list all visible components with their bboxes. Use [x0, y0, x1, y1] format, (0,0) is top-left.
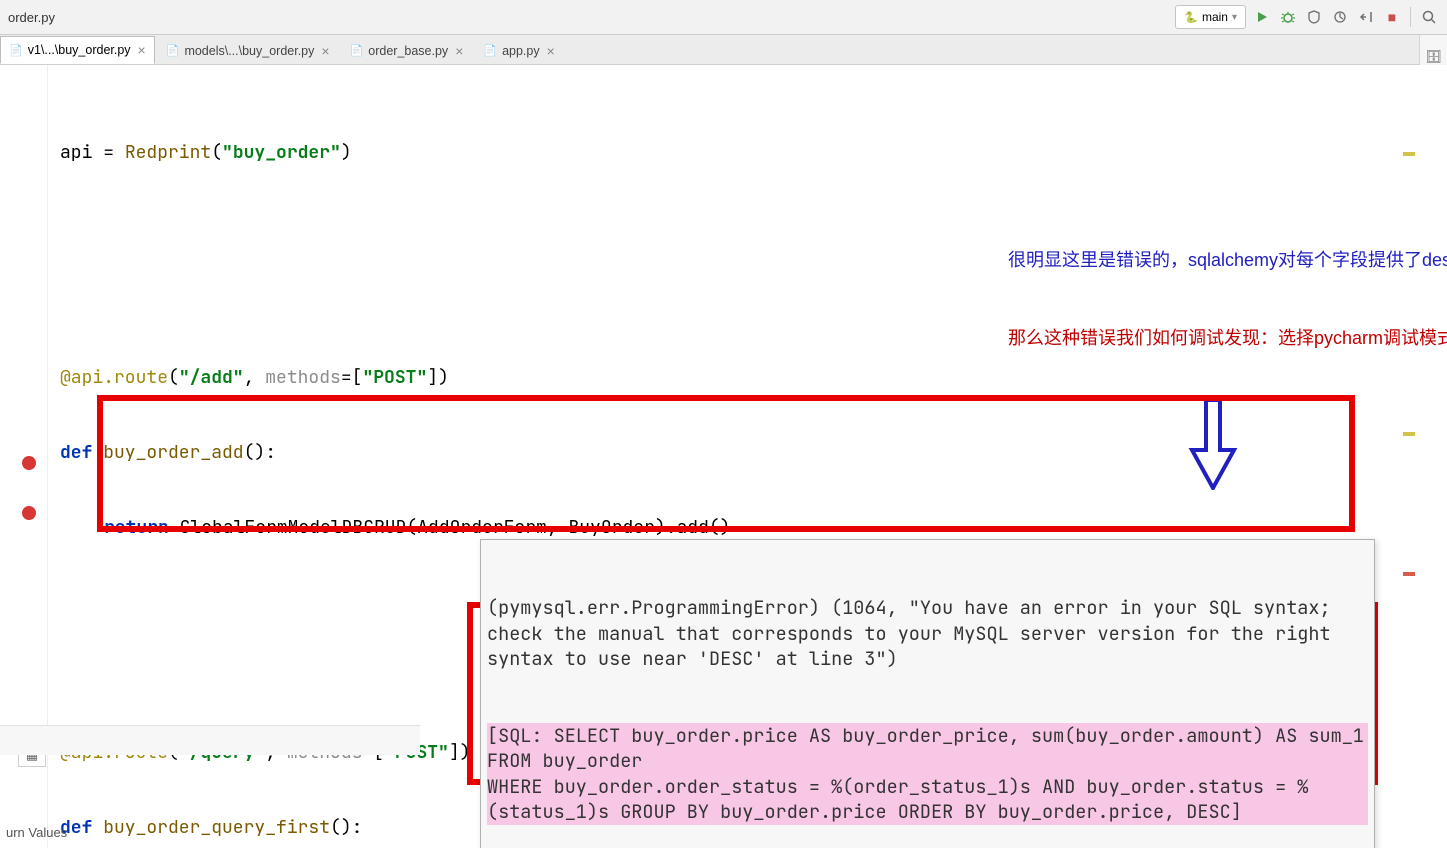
close-icon[interactable]: ×: [138, 42, 146, 58]
code-text: buy_order_query_first: [103, 815, 330, 840]
annotation-blue-text: 很明显这里是错误的，sqlalchemy对每个字段提供了desc()和asc()…: [1008, 247, 1358, 273]
run-coverage-icon[interactable]: [1304, 7, 1324, 27]
window-title-fragment: order.py: [8, 10, 55, 25]
code-text: def: [60, 440, 103, 465]
error-sql: [SQL: SELECT buy_order.price AS buy_orde…: [487, 723, 1368, 825]
tab-label: models\...\buy_order.py: [184, 44, 314, 58]
python-file-icon: 📄: [9, 44, 23, 57]
code-text: AddOrderForm: [417, 515, 547, 540]
bottom-panel-divider: [0, 725, 420, 755]
close-icon[interactable]: ×: [455, 43, 463, 59]
tab-buy-order-v1[interactable]: 📄 v1\...\buy_order.py ×: [0, 36, 155, 64]
close-icon[interactable]: ×: [547, 43, 555, 59]
editor-error-stripe[interactable]: [1403, 132, 1415, 802]
tab-label: app.py: [502, 44, 540, 58]
code-text: "/add": [179, 365, 244, 390]
error-tooltip: (pymysql.err.ProgrammingError) (1064, "Y…: [480, 539, 1375, 848]
code-text: BuyOrder: [568, 515, 654, 540]
tab-label: v1\...\buy_order.py: [28, 43, 131, 57]
python-file-icon: 📄: [483, 44, 497, 57]
database-icon: 🗄: [1425, 49, 1442, 65]
code-text: GlobalFormModelDBCRUD: [180, 515, 407, 540]
profile-icon[interactable]: [1330, 7, 1350, 27]
debug-icon[interactable]: [1278, 7, 1298, 27]
code-text: buy_order_add: [103, 440, 243, 465]
python-file-icon: 📄: [350, 44, 364, 57]
breakpoint-icon[interactable]: [22, 456, 36, 470]
code-text: return: [104, 515, 180, 540]
bottom-label: urn Values: [0, 821, 73, 844]
toolbar-separator: [1410, 7, 1411, 27]
code-text: "POST": [362, 365, 427, 390]
editor-tabs-bar: 📄 v1\...\buy_order.py × 📄 models\...\buy…: [0, 35, 1447, 65]
breakpoint-icon[interactable]: [22, 506, 36, 520]
run-icon[interactable]: [1252, 7, 1272, 27]
error-message: (pymysql.err.ProgrammingError) (1064, "Y…: [487, 595, 1368, 672]
run-config-selector[interactable]: 🐍 main ▾: [1175, 5, 1246, 29]
close-icon[interactable]: ×: [321, 43, 329, 59]
code-text: @api.route: [60, 365, 168, 390]
python-file-icon: 📄: [166, 44, 180, 57]
top-toolbar: order.py 🐍 main ▾ ■: [0, 0, 1447, 35]
chevron-down-icon: ▾: [1232, 12, 1237, 23]
attach-icon[interactable]: [1356, 7, 1376, 27]
code-text: api =: [60, 140, 125, 165]
python-icon: 🐍: [1184, 11, 1198, 24]
tab-buy-order-models[interactable]: 📄 models\...\buy_order.py ×: [157, 36, 339, 64]
stop-icon[interactable]: ■: [1382, 7, 1402, 27]
search-icon[interactable]: [1419, 7, 1439, 27]
code-text: "buy_order": [222, 140, 341, 165]
annotation-overlay: 很明显这里是错误的，sqlalchemy对每个字段提供了desc()和asc()…: [1008, 195, 1358, 403]
code-text: methods: [265, 365, 341, 390]
run-config-name: main: [1202, 10, 1228, 24]
code-text: Redprint: [125, 140, 211, 165]
tab-app[interactable]: 📄 app.py ×: [474, 36, 563, 64]
tab-label: order_base.py: [368, 44, 448, 58]
annotation-arrow-icon: [1123, 375, 1238, 522]
tab-order-base[interactable]: 📄 order_base.py ×: [341, 36, 473, 64]
code-text: .add(): [666, 515, 731, 540]
annotation-red-text: 那么这种错误我们如何调试发现：选择pycharm调试模式,运行异常提示的时候会给…: [1008, 325, 1358, 351]
